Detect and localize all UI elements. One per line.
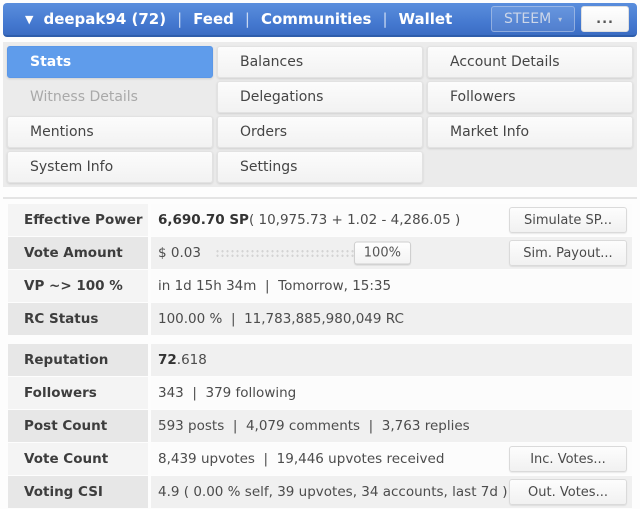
tab-grid: Stats Balances Account Details Witness D… [3, 42, 637, 187]
row-value: 4.9 ( 0.00 % self, 39 upvotes, 34 accoun… [151, 476, 632, 508]
sim-payout-button[interactable]: Sim. Payout... [509, 240, 627, 266]
vote-weight-slider[interactable]: 100% [214, 237, 411, 269]
reputation-detail: .618 [176, 352, 207, 368]
row-label: Post Count [8, 410, 148, 442]
tab-delegations[interactable]: Delegations [217, 81, 423, 113]
table-row-voting-csi: Voting CSI 4.9 ( 0.00 % self, 39 upvotes… [8, 476, 632, 508]
table-row-rc-status: RC Status 100.00 % | 11,783,885,980,049 … [8, 303, 632, 335]
row-label: Followers [8, 377, 148, 409]
steem-network-dropdown[interactable]: STEEM ▾ [490, 6, 576, 32]
nav-item-communities[interactable]: Communities [261, 10, 372, 28]
nav-separator: | [382, 10, 388, 28]
table-row-vote-amount: Vote Amount $ 0.03 100% Sim. Payout... [8, 237, 632, 269]
row-label: Reputation [8, 344, 148, 376]
row-value: 100.00 % | 11,783,885,980,049 RC [151, 303, 632, 335]
chevron-down-icon: ▾ [558, 14, 563, 24]
tab-followers[interactable]: Followers [427, 81, 633, 113]
row-label: RC Status [8, 303, 148, 335]
stats-table-primary: Effective Power 6,690.70 SP ( 10,975.73 … [8, 204, 632, 336]
row-value: 72.618 [151, 344, 632, 376]
outgoing-votes-button[interactable]: Out. Votes... [509, 479, 627, 505]
vp-recharge-value: in 1d 15h 34m | Tomorrow, 15:35 [158, 278, 392, 294]
nav-item-feed[interactable]: Feed [193, 10, 234, 28]
row-label: Effective Power [8, 204, 148, 236]
table-row-post-count: Post Count 593 posts | 4,079 comments | … [8, 410, 632, 442]
steem-network-label: STEEM [503, 11, 552, 27]
tab-witness-details: Witness Details [30, 89, 138, 105]
username-link[interactable]: deepak94 (72) [43, 10, 166, 28]
tab-account-details[interactable]: Account Details [427, 46, 633, 78]
reputation-value: 72 [158, 352, 177, 368]
table-row-vote-count: Vote Count 8,439 upvotes | 19,446 upvote… [8, 443, 632, 475]
table-row-effective-power: Effective Power 6,690.70 SP ( 10,975.73 … [8, 204, 632, 236]
tab-settings[interactable]: Settings [217, 151, 423, 183]
slider-handle[interactable]: 100% [353, 241, 411, 265]
effective-power-detail: ( 10,975.73 + 1.02 - 4,286.05 ) [248, 212, 461, 228]
voting-csi-value: 4.9 ( 0.00 % self, 39 upvotes, 34 accoun… [158, 484, 508, 500]
table-row-reputation: Reputation 72.618 [8, 344, 632, 376]
row-label: Vote Amount [8, 237, 148, 269]
stats-table-secondary: Reputation 72.618 Followers 343 | 379 fo… [8, 344, 632, 509]
vote-count-value: 8,439 upvotes | 19,446 upvotes received [158, 451, 445, 467]
vote-amount-value: $ 0.03 [158, 245, 201, 261]
post-count-value: 593 posts | 4,079 comments | 3,763 repli… [158, 418, 470, 434]
nav-separator: | [244, 10, 250, 28]
row-value: 593 posts | 4,079 comments | 3,763 repli… [151, 410, 632, 442]
row-value: 8,439 upvotes | 19,446 upvotes received … [151, 443, 632, 475]
row-value: 343 | 379 following [151, 377, 632, 409]
tab-balances[interactable]: Balances [217, 46, 423, 78]
section-divider [3, 197, 637, 199]
more-options-button[interactable]: ... [581, 6, 629, 32]
tab-system-info[interactable]: System Info [7, 151, 213, 183]
account-dropdown-icon[interactable]: ▼ [25, 13, 33, 26]
row-label: VP ~> 100 % [8, 270, 148, 302]
tab-orders[interactable]: Orders [217, 116, 423, 148]
rc-status-value: 100.00 % | 11,783,885,980,049 RC [158, 311, 404, 327]
top-bar: ▼ deepak94 (72) | Feed | Communities | W… [3, 3, 637, 37]
followers-value: 343 | 379 following [158, 385, 297, 401]
row-value: in 1d 15h 34m | Tomorrow, 15:35 [151, 270, 632, 302]
table-row-followers: Followers 343 | 379 following [8, 377, 632, 409]
tab-mentions[interactable]: Mentions [7, 116, 213, 148]
tab-market-info[interactable]: Market Info [427, 116, 633, 148]
tab-stats[interactable]: Stats [7, 46, 213, 78]
nav-item-wallet[interactable]: Wallet [399, 10, 453, 28]
simulate-sp-button[interactable]: Simulate SP... [509, 207, 627, 233]
table-row-vp-recharge: VP ~> 100 % in 1d 15h 34m | Tomorrow, 15… [8, 270, 632, 302]
incoming-votes-button[interactable]: Inc. Votes... [509, 446, 627, 472]
effective-power-value: 6,690.70 SP [158, 212, 249, 228]
row-value: $ 0.03 100% Sim. Payout... [151, 237, 632, 269]
row-label: Voting CSI [8, 476, 148, 508]
nav-separator: | [177, 10, 183, 28]
top-nav: deepak94 (72) | Feed | Communities | Wal… [43, 10, 452, 28]
row-value: 6,690.70 SP ( 10,975.73 + 1.02 - 4,286.0… [151, 204, 632, 236]
row-label: Vote Count [8, 443, 148, 475]
